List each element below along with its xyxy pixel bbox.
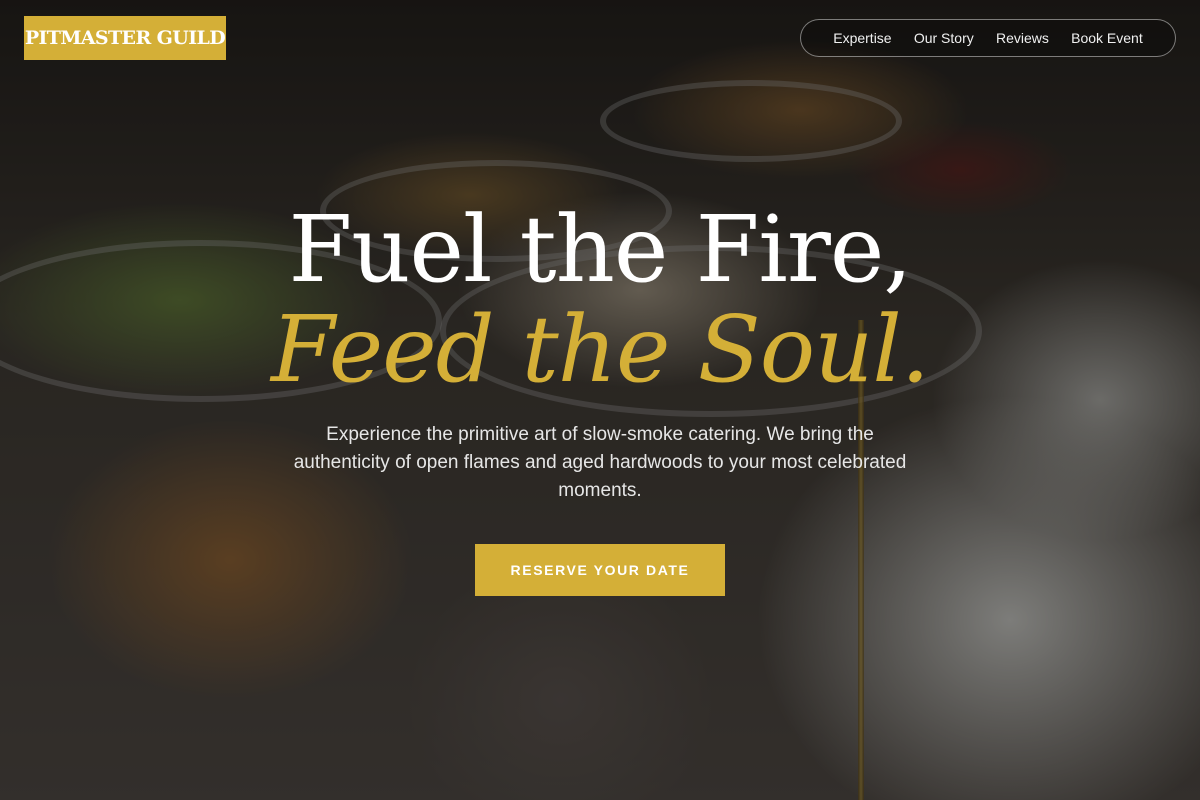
- brand-logo[interactable]: PITMASTER GUILD: [24, 16, 226, 60]
- headline-line-2: Feed the Soul.: [270, 296, 930, 403]
- reserve-date-button[interactable]: RESERVE YOUR DATE: [475, 544, 725, 596]
- hero-subtitle: Experience the primitive art of slow-smo…: [293, 424, 907, 501]
- hero-headline: Fuel the Fire, Feed the Soul.: [0, 200, 1200, 400]
- hero-section: PITMASTER GUILD Expertise Our Story Revi…: [0, 0, 1200, 800]
- headline-line-1: Fuel the Fire,: [288, 196, 912, 303]
- nav-item-book-event[interactable]: Book Event: [1071, 30, 1143, 46]
- nav-item-reviews[interactable]: Reviews: [996, 30, 1049, 46]
- nav-item-expertise[interactable]: Expertise: [833, 30, 891, 46]
- nav-item-our-story[interactable]: Our Story: [914, 30, 974, 46]
- main-nav: Expertise Our Story Reviews Book Event: [800, 19, 1176, 57]
